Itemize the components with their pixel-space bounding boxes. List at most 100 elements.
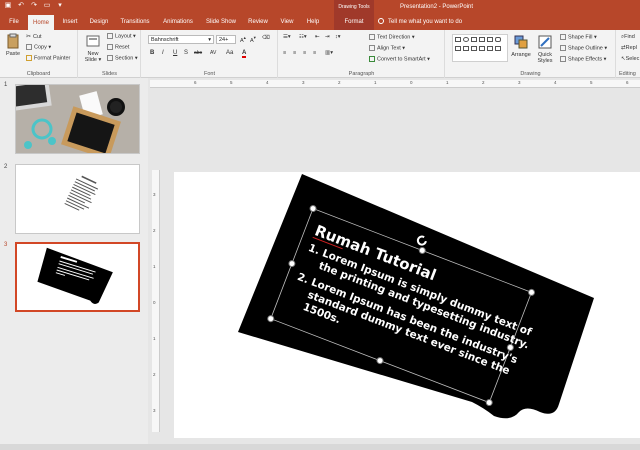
convert-smartart-button[interactable]: Convert to SmartArt ▾ bbox=[369, 56, 430, 62]
paste-label: Paste bbox=[5, 51, 21, 57]
brace-shape-icon[interactable] bbox=[479, 46, 485, 51]
oval-shape-icon[interactable] bbox=[463, 37, 469, 42]
tab-help[interactable]: Help bbox=[302, 14, 324, 30]
bullets-button[interactable]: ☰▾ bbox=[283, 34, 291, 40]
bold-button[interactable]: B bbox=[150, 50, 154, 56]
change-case-button[interactable]: Aa bbox=[226, 50, 233, 56]
section-button[interactable]: Section ▾ bbox=[107, 55, 138, 61]
shapes-gallery[interactable] bbox=[452, 34, 508, 62]
increase-font-button[interactable]: A▴ bbox=[240, 35, 246, 44]
undo-icon[interactable]: ↶ bbox=[17, 2, 25, 10]
tab-animations[interactable]: Animations bbox=[158, 14, 198, 30]
tab-home[interactable]: Home bbox=[28, 14, 54, 30]
font-size-value: 24+ bbox=[219, 37, 229, 43]
section-label: Section bbox=[115, 55, 134, 62]
tab-view[interactable]: View bbox=[276, 14, 298, 30]
font-family-select[interactable]: Bahnschrift ▾ bbox=[148, 35, 214, 44]
character-spacing-button[interactable]: AV bbox=[210, 50, 216, 56]
slides-group: New Slide ▾ Layout ▾ Reset Section ▾ Sli… bbox=[79, 30, 141, 78]
shape-effects-button[interactable]: Shape Effects ▾ bbox=[560, 56, 606, 62]
flowchart-shape-icon[interactable] bbox=[495, 46, 501, 51]
start-from-beginning-icon[interactable]: ▭ bbox=[43, 2, 51, 10]
tab-format[interactable]: Format bbox=[334, 14, 374, 30]
italic-button[interactable]: I bbox=[162, 50, 164, 56]
chevron-down-icon: ▾ bbox=[208, 37, 211, 43]
replace-button[interactable]: ⇄Repl bbox=[621, 45, 637, 51]
justify-button[interactable]: ≡ bbox=[313, 50, 316, 56]
arrange-label: Arrange bbox=[511, 52, 531, 58]
tab-transitions[interactable]: Transitions bbox=[116, 14, 154, 30]
select-button[interactable]: ↖Selec bbox=[621, 56, 639, 62]
save-icon[interactable]: ▣ bbox=[4, 2, 12, 10]
tab-design[interactable]: Design bbox=[86, 14, 112, 30]
line-shape-icon[interactable] bbox=[471, 37, 477, 42]
numbering-button[interactable]: ☷▾ bbox=[299, 34, 307, 40]
bracket-shape-icon[interactable] bbox=[471, 46, 477, 51]
align-right-button[interactable]: ≡ bbox=[303, 50, 306, 56]
cut-label: Cut bbox=[33, 34, 42, 40]
ruler-tick: 1 bbox=[153, 264, 156, 269]
clear-formatting-icon[interactable]: ⌫ bbox=[262, 35, 270, 41]
paste-button[interactable]: Paste bbox=[3, 33, 23, 57]
rectangle-shape-icon[interactable] bbox=[455, 37, 461, 42]
star-shape-icon[interactable] bbox=[463, 46, 469, 51]
tell-me-search[interactable]: Tell me what you want to do bbox=[378, 14, 462, 30]
decrease-font-button[interactable]: A▾ bbox=[250, 35, 256, 44]
section-icon bbox=[107, 55, 113, 61]
font-group-label: Font bbox=[203, 71, 215, 77]
arrow-shape-icon[interactable] bbox=[479, 37, 485, 42]
redo-icon[interactable]: ↷ bbox=[30, 2, 38, 10]
slide-thumbnails-panel: 1 2 3 bbox=[0, 78, 148, 450]
ribbon: Paste ✂ Cut Copy ▾ Format Painter Clipboa… bbox=[0, 30, 640, 78]
layout-button[interactable]: Layout ▾ bbox=[107, 33, 136, 39]
callout-shape-icon[interactable] bbox=[455, 46, 461, 51]
ruler-tick: 6 bbox=[194, 80, 197, 85]
customize-qat-icon[interactable]: ▾ bbox=[56, 2, 64, 10]
find-button[interactable]: ⌕Find bbox=[621, 34, 635, 41]
cut-button[interactable]: ✂ Cut bbox=[26, 33, 42, 40]
slide-thumbnail-1[interactable] bbox=[15, 84, 140, 154]
paste-icon bbox=[7, 33, 19, 49]
underline-button[interactable]: U bbox=[173, 50, 177, 56]
triangle-shape-icon[interactable] bbox=[487, 37, 493, 42]
quick-styles-button[interactable]: Quick Styles bbox=[534, 34, 556, 64]
align-left-button[interactable]: ≡ bbox=[283, 50, 286, 56]
editing-group: ⌕Find ⇄Repl ↖Selec Editing bbox=[617, 30, 640, 78]
tab-file[interactable]: File bbox=[4, 14, 24, 30]
format-painter-button[interactable]: Format Painter bbox=[26, 55, 70, 61]
slide-thumbnail-2[interactable] bbox=[15, 164, 140, 234]
columns-button[interactable]: ▥▾ bbox=[325, 50, 333, 56]
copy-button[interactable]: Copy ▾ bbox=[26, 44, 51, 50]
block-arrow-shape-icon[interactable] bbox=[487, 46, 493, 51]
tab-insert[interactable]: Insert bbox=[58, 14, 82, 30]
copy-icon bbox=[26, 44, 32, 50]
shadow-button[interactable]: S bbox=[184, 50, 188, 56]
arrange-button[interactable]: Arrange bbox=[510, 34, 532, 58]
new-slide-button[interactable]: New Slide ▾ bbox=[82, 33, 104, 63]
line-spacing-button[interactable]: ↕▾ bbox=[335, 34, 341, 40]
tab-slide-show[interactable]: Slide Show bbox=[202, 14, 240, 30]
decrease-indent-button[interactable]: ⇤ bbox=[315, 34, 320, 40]
align-text-button[interactable]: Align Text ▾ bbox=[369, 45, 405, 51]
align-center-button[interactable]: ≡ bbox=[293, 50, 296, 56]
slide-thumbnail-3[interactable] bbox=[15, 242, 140, 312]
font-size-select[interactable]: 24+ bbox=[216, 35, 236, 44]
tab-review[interactable]: Review bbox=[244, 14, 272, 30]
quick-access-toolbar: ▣ ↶ ↷ ▭ ▾ bbox=[4, 2, 64, 10]
increase-indent-button[interactable]: ⇥ bbox=[325, 34, 330, 40]
rotated-text-preview bbox=[64, 175, 99, 211]
convert-smartart-label: Convert to SmartArt bbox=[377, 56, 426, 63]
font-color-button[interactable]: A bbox=[242, 50, 247, 58]
shape-fill-button[interactable]: Shape Fill ▾ bbox=[560, 34, 597, 40]
slide-canvas[interactable]: Rumah Tutorial 1. Lorem Ipsum is simply … bbox=[174, 172, 640, 438]
reset-button[interactable]: Reset bbox=[107, 44, 129, 50]
ruler-tick: 1 bbox=[446, 80, 449, 85]
rounded-rect-shape-icon[interactable] bbox=[495, 37, 501, 42]
clipboard-group-label: Clipboard bbox=[26, 71, 51, 77]
ruler-tick: 1 bbox=[374, 80, 377, 85]
text-direction-button[interactable]: Text Direction ▾ bbox=[369, 34, 415, 40]
effects-icon bbox=[560, 56, 566, 62]
shape-outline-button[interactable]: Shape Outline ▾ bbox=[560, 45, 607, 51]
smartart-icon bbox=[369, 56, 375, 62]
strikethrough-button[interactable]: abc bbox=[194, 50, 202, 56]
